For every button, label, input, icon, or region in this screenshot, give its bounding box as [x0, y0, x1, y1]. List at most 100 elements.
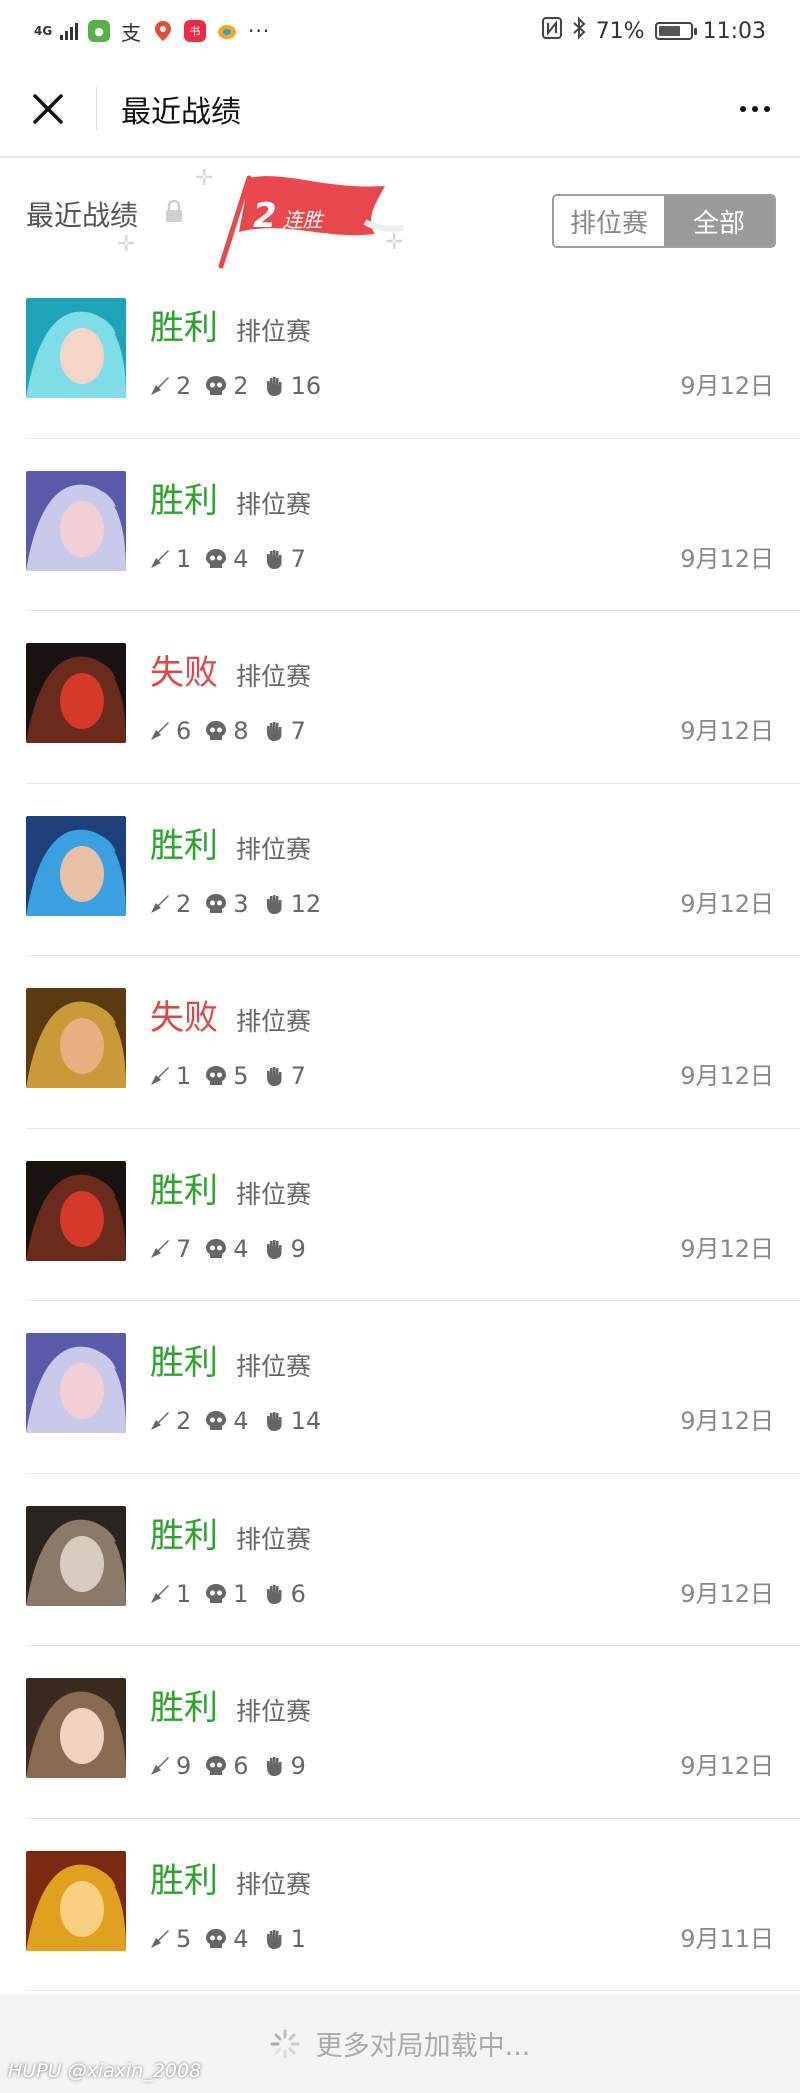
skull-icon	[206, 1066, 227, 1085]
match-row[interactable]: 胜利 排位赛 7 4 9 9月12日	[26, 1129, 800, 1301]
kills-count: 5	[176, 1924, 192, 1953]
tab-ranked[interactable]: 排位赛	[554, 196, 664, 246]
xiaohongshu-icon: 书	[184, 20, 206, 42]
skull-icon	[206, 548, 227, 568]
battery-percent: 71%	[595, 18, 645, 44]
match-result: 胜利	[150, 1170, 218, 1211]
sword-icon	[151, 549, 169, 568]
match-result: 胜利	[150, 1515, 218, 1556]
close-button[interactable]	[0, 61, 96, 157]
maps-icon	[152, 20, 174, 42]
match-row[interactable]: 胜利 排位赛 2 2 16 9月12日	[26, 266, 800, 439]
lock-icon	[166, 200, 182, 222]
deaths-count: 8	[233, 717, 249, 745]
signal-icon	[60, 22, 78, 40]
hand-icon	[266, 894, 282, 914]
match-row[interactable]: 胜利 排位赛 1 1 6 9月12日	[26, 1474, 800, 1646]
match-mode: 排位赛	[236, 662, 312, 691]
sword-icon	[151, 722, 169, 740]
assists-count: 14	[290, 1407, 322, 1435]
deaths-count: 4	[233, 1924, 249, 1953]
kills-count: 7	[176, 1234, 192, 1263]
tab-all[interactable]: 全部	[664, 196, 774, 246]
match-row[interactable]: 胜利 排位赛 2 3 12 9月12日	[26, 784, 800, 956]
deaths-count: 4	[233, 544, 249, 573]
assists-count: 6	[290, 1579, 306, 1608]
loading-spinner-icon	[270, 2029, 300, 2058]
assists-count: 9	[290, 1234, 306, 1263]
alipay-icon: 支	[120, 20, 142, 45]
sparkle-icon: ✛	[117, 232, 136, 257]
kda-stats: 1 5 7	[150, 1062, 320, 1090]
hand-icon	[266, 1239, 282, 1259]
deaths-count: 5	[233, 1062, 249, 1090]
match-result: 胜利	[150, 1860, 218, 1901]
kda-stats: 2 3 12	[150, 890, 335, 918]
match-mode: 排位赛	[236, 1007, 312, 1036]
match-date: 9月12日	[680, 372, 774, 400]
hand-icon	[266, 1757, 282, 1776]
match-row[interactable]: 胜利 排位赛 9 6 9 9月12日	[26, 1646, 800, 1819]
match-date: 9月12日	[680, 717, 774, 745]
match-row[interactable]: 失败 排位赛 1 5 7 9月12日	[26, 956, 800, 1129]
match-date: 9月12日	[680, 1407, 774, 1435]
win-streak-badge: ✛ ✛ ✛ 2 连胜	[117, 166, 415, 270]
match-list: 胜利 排位赛 2 2 16 9月12日 胜利 排位赛 1 4 7 9月12日 失…	[0, 266, 800, 1991]
more-options-button[interactable]	[710, 61, 800, 157]
match-mode: 排位赛	[236, 489, 312, 519]
sword-icon	[151, 1929, 169, 1948]
kills-count: 1	[176, 1579, 192, 1608]
match-result: 胜利	[150, 1688, 218, 1728]
hero-avatar	[26, 815, 126, 916]
kills-count: 9	[176, 1752, 192, 1780]
title-divider	[96, 87, 97, 131]
records-header: 最近战绩 ✛ ✛ ✛ 2 连胜 排位赛 全部	[0, 160, 800, 269]
sparkle-icon: ✛	[195, 166, 214, 191]
match-date: 9月12日	[680, 1062, 774, 1090]
kills-count: 2	[176, 372, 192, 400]
assists-count: 16	[290, 372, 322, 400]
hero-avatar	[26, 298, 126, 398]
kda-stats: 9 6 9	[150, 1752, 320, 1780]
deaths-count: 1	[233, 1579, 249, 1608]
match-row[interactable]: 胜利 排位赛 2 4 14 9月12日	[26, 1301, 800, 1474]
hand-icon	[266, 1584, 282, 1604]
match-mode: 排位赛	[236, 1697, 312, 1726]
deaths-count: 6	[233, 1752, 249, 1780]
match-mode: 排位赛	[236, 1524, 312, 1554]
hero-avatar	[26, 1160, 126, 1261]
match-mode: 排位赛	[236, 1179, 312, 1209]
match-date: 9月12日	[680, 1579, 774, 1608]
deaths-count: 2	[233, 372, 249, 400]
skull-icon	[206, 1411, 227, 1430]
kda-stats: 2 4 14	[150, 1407, 335, 1435]
match-mode: 排位赛	[236, 1869, 312, 1899]
more-notifications-icon: ···	[248, 19, 271, 43]
kda-stats: 7 4 9	[150, 1235, 320, 1263]
match-mode: 排位赛	[236, 317, 312, 346]
assists-count: 1	[290, 1924, 306, 1953]
section-title: 最近战绩	[26, 199, 139, 232]
kda-stats: 5 4 1	[150, 1925, 320, 1953]
load-more-label: 更多对局加载中...	[315, 2031, 531, 2062]
sword-icon	[151, 894, 169, 913]
watermark: HUPU @xiaxin_2008	[8, 2060, 202, 2082]
match-row[interactable]: 失败 排位赛 6 8 7 9月12日	[26, 611, 800, 784]
deaths-count: 4	[233, 1407, 249, 1435]
hero-avatar	[26, 988, 126, 1088]
match-row[interactable]: 胜利 排位赛 5 4 1 9月11日	[26, 1819, 800, 1991]
streak-label: 2 连胜	[253, 196, 323, 236]
streak-text: 连胜	[282, 208, 323, 232]
mode-filter: 排位赛 全部	[552, 194, 776, 248]
sword-icon	[151, 1584, 169, 1603]
hand-icon	[266, 549, 282, 569]
match-date: 9月12日	[680, 889, 774, 918]
kda-stats: 1 4 7	[150, 545, 320, 573]
kills-count: 1	[176, 1062, 192, 1090]
wechat-icon: ●	[88, 20, 110, 42]
assists-count: 12	[290, 889, 322, 918]
hero-avatar	[26, 1850, 126, 1951]
weibo-icon	[216, 20, 238, 42]
nfc-icon	[541, 17, 562, 45]
match-row[interactable]: 胜利 排位赛 1 4 7 9月12日	[26, 439, 800, 611]
